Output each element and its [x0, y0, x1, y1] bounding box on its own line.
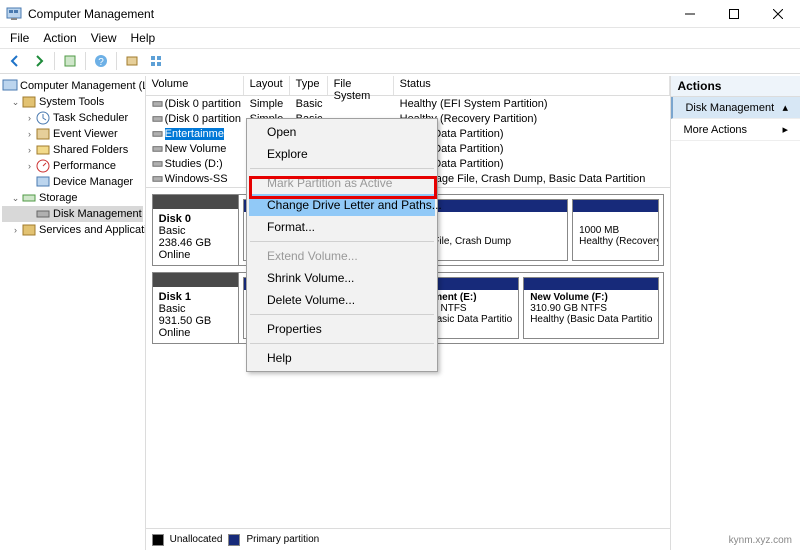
maximize-button[interactable]: [712, 0, 756, 27]
view-button[interactable]: [145, 51, 167, 71]
drive-icon: [152, 173, 163, 184]
drive-icon: [152, 128, 163, 139]
tree-services[interactable]: ›Services and Applications: [2, 222, 143, 238]
tree-device-manager[interactable]: Device Manager: [2, 174, 143, 190]
ctx-change-drive-letter[interactable]: Change Drive Letter and Paths...: [249, 194, 435, 216]
partition[interactable]: New Volume (F:)310.90 GB NTFSHealthy (Ba…: [523, 277, 659, 339]
actions-pane: Actions Disk Management▴ More Actions▸: [671, 76, 800, 550]
drive-icon: [152, 143, 163, 154]
tree-shared-folders[interactable]: ›Shared Folders: [2, 142, 143, 158]
ctx-delete[interactable]: Delete Volume...: [249, 289, 435, 311]
ctx-properties[interactable]: Properties: [249, 318, 435, 340]
refresh-button[interactable]: [59, 51, 81, 71]
menu-help[interactable]: Help: [125, 31, 162, 45]
forward-button[interactable]: [28, 51, 50, 71]
volume-row[interactable]: (Disk 0 partition 1)SimpleBasicHealthy (…: [146, 96, 671, 111]
actions-disk-management[interactable]: Disk Management▴: [671, 97, 800, 119]
settings-button[interactable]: [121, 51, 143, 71]
actions-header: Actions: [671, 76, 800, 97]
back-button[interactable]: [4, 51, 26, 71]
context-menu: Open Explore Mark Partition as Active Ch…: [246, 118, 438, 372]
col-filesystem[interactable]: File System: [328, 76, 394, 95]
drive-icon: [152, 158, 163, 169]
close-button[interactable]: [756, 0, 800, 27]
tree-performance[interactable]: ›Performance: [2, 158, 143, 174]
chevron-up-icon: ▴: [782, 101, 788, 114]
minimize-button[interactable]: [668, 0, 712, 27]
ctx-format[interactable]: Format...: [249, 216, 435, 238]
ctx-shrink[interactable]: Shrink Volume...: [249, 267, 435, 289]
legend-swatch-unallocated: [152, 534, 164, 546]
tree-system-tools[interactable]: ⌄System Tools: [2, 94, 143, 110]
window-controls: [668, 0, 800, 27]
title-bar: Computer Management: [0, 0, 800, 28]
actions-more[interactable]: More Actions▸: [671, 119, 800, 141]
ctx-extend: Extend Volume...: [249, 245, 435, 267]
menu-view[interactable]: View: [85, 31, 123, 45]
menu-bar: File Action View Help: [0, 28, 800, 48]
tree-storage[interactable]: ⌄Storage: [2, 190, 143, 206]
volume-list-header[interactable]: Volume Layout Type File System Status: [146, 76, 671, 96]
drive-icon: [152, 113, 163, 124]
window-title: Computer Management: [28, 7, 668, 21]
tree-disk-management[interactable]: Disk Management: [2, 206, 143, 222]
watermark: kynm.xyz.com: [729, 535, 792, 546]
tree-root[interactable]: Computer Management (Local): [2, 78, 143, 94]
legend: Unallocated Primary partition: [146, 528, 671, 550]
col-type[interactable]: Type: [290, 76, 328, 95]
menu-action[interactable]: Action: [37, 31, 82, 45]
legend-unallocated: Unallocated: [170, 534, 223, 545]
app-icon: [6, 6, 22, 22]
legend-primary: Primary partition: [246, 534, 319, 545]
svg-text:?: ?: [98, 57, 104, 68]
icon-toolbar: ?: [0, 48, 800, 74]
legend-swatch-primary: [228, 534, 240, 546]
chevron-right-icon: ▸: [782, 123, 788, 136]
ctx-open[interactable]: Open: [249, 121, 435, 143]
ctx-help[interactable]: Help: [249, 347, 435, 369]
help-button[interactable]: ?: [90, 51, 112, 71]
partition[interactable]: 1000 MBHealthy (Recovery P: [572, 199, 659, 261]
menu-file[interactable]: File: [4, 31, 35, 45]
col-volume[interactable]: Volume: [146, 76, 244, 95]
col-status[interactable]: Status: [394, 76, 671, 95]
disk-sidebar: Disk 0Basic238.46 GBOnline: [153, 195, 239, 265]
ctx-explore[interactable]: Explore: [249, 143, 435, 165]
disk-sidebar: Disk 1Basic931.50 GBOnline: [153, 273, 239, 343]
col-layout[interactable]: Layout: [244, 76, 290, 95]
nav-tree[interactable]: Computer Management (Local) ⌄System Tool…: [0, 76, 146, 550]
tree-event-viewer[interactable]: ›Event Viewer: [2, 126, 143, 142]
drive-icon: [152, 98, 163, 109]
tree-task-scheduler[interactable]: ›Task Scheduler: [2, 110, 143, 126]
ctx-mark-active: Mark Partition as Active: [249, 172, 435, 194]
